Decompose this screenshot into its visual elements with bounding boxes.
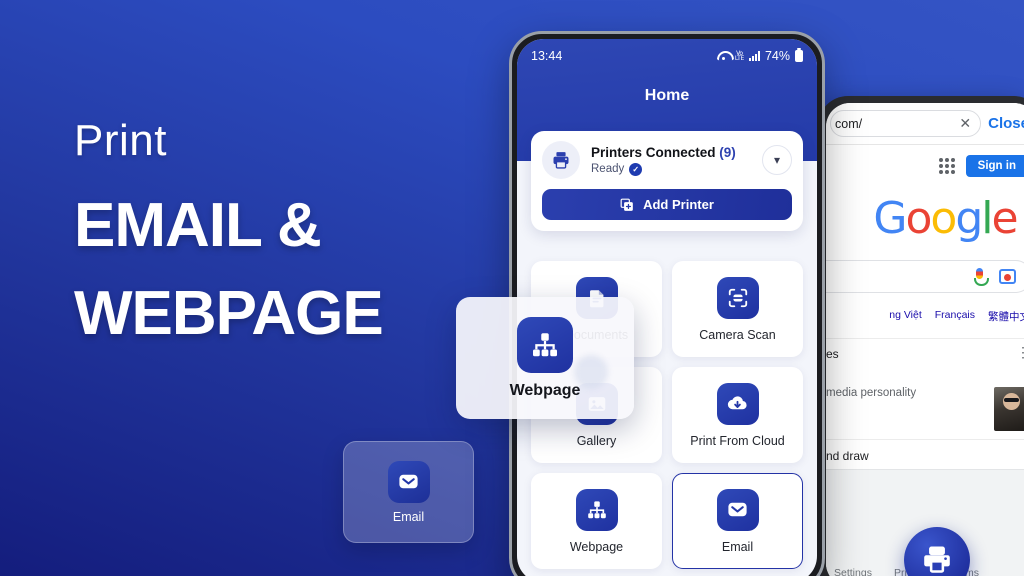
add-printer-icon [620,198,634,212]
google-logo: Google [873,193,1018,244]
add-printer-button[interactable]: Add Printer [542,189,792,220]
check-badge-icon: ✓ [629,162,643,176]
sitemap-icon [575,488,618,531]
floating-webpage-tile[interactable]: Webpage [456,297,634,419]
result-description: media personality [826,387,917,399]
envelope-icon [387,460,430,503]
tile-webpage-label: Webpage [569,539,624,554]
add-printer-label: Add Printer [643,197,714,212]
printer-status-row: Printers Connected (9) Ready ✓ ▾ [542,141,792,179]
printers-connected-card[interactable]: Printers Connected (9) Ready ✓ ▾ Add Pri… [531,131,803,231]
printer-card-title: Printers Connected (9) [591,145,751,160]
url-text: com/ [835,116,863,131]
hero-headline: EMAIL & WEBPAGE [74,182,494,358]
browser-content: Sign in Google ng Việt Français 繁體中文 es … [826,145,1024,576]
phone-device-browser: com/ ✕ Close Sign in Google [818,96,1024,576]
printer-icon [542,141,580,179]
chevron-down-icon[interactable]: ▾ [762,145,792,175]
result-row-secondary[interactable]: nd draw [826,439,1024,463]
hero-kicker: Print [74,116,167,165]
volte-icon: Vo LTE [734,50,744,62]
tile-email-label: Email [721,539,754,554]
envelope-icon [716,488,759,531]
url-bar[interactable]: com/ ✕ [830,110,982,137]
tile-gallery-label: Gallery [576,433,617,448]
result-row[interactable]: media personality [826,387,1024,431]
tile-email[interactable]: Email [672,473,803,569]
decorative-dot [574,355,608,389]
result-section: es ⋮ media personality [826,338,1024,431]
tile-print-from-cloud-label: Print From Cloud [690,433,785,448]
browser-toolbar: com/ ✕ Close [826,103,1024,145]
promo-screenshot: Print EMAIL & WEBPAGE Email 13:44 VoLTE [0,0,1024,576]
sign-in-button[interactable]: Sign in [965,155,1024,177]
result-secondary-text: nd draw [826,449,869,463]
google-search-box[interactable] [826,260,1024,293]
printer-status-text: Printers Connected (9) Ready ✓ [591,145,751,176]
sitemap-icon [517,316,573,373]
tile-camera-scan[interactable]: Camera Scan [672,261,803,357]
tile-webpage[interactable]: Webpage [531,473,662,569]
language-links: ng Việt Français 繁體中文 [826,309,1024,324]
tile-print-from-cloud[interactable]: Print From Cloud [672,367,803,463]
browser-screen: com/ ✕ Close Sign in Google [826,103,1024,576]
close-button[interactable]: Close [988,115,1024,132]
google-header: Sign in [826,145,1024,177]
more-vertical-icon[interactable]: ⋮ [1016,345,1024,359]
camera-scan-icon [716,276,759,319]
floating-webpage-label: Webpage [509,381,581,399]
printer-card-status: Ready ✓ [591,162,751,176]
battery-icon [795,48,803,62]
status-bar: 13:44 Vo LTE 74% [531,48,803,63]
hero-copy: Print EMAIL & WEBPAGE [74,116,494,358]
battery-percent: 74% [764,49,790,63]
result-section-title: es [826,347,839,361]
footer-link-settings[interactable]: Settings [834,567,872,576]
microphone-icon[interactable] [973,268,989,286]
printer-status-label: Ready [591,163,625,175]
person-thumbnail [994,387,1024,431]
hero-headline-line1: EMAIL & [74,191,322,261]
language-link[interactable]: ng Việt [889,309,922,324]
google-lens-icon[interactable] [999,269,1016,284]
floating-email-label: Email [392,509,425,524]
close-x-icon[interactable]: ✕ [959,115,971,132]
hero-headline-line2: WEBPAGE [74,279,384,349]
page-title: Home [644,87,690,104]
printer-card-count: (9) [719,144,736,160]
language-link[interactable]: 繁體中文 [988,309,1024,324]
floating-email-tile[interactable]: Email [343,441,474,543]
tile-camera-scan-label: Camera Scan [699,327,776,342]
apps-grid-icon[interactable] [938,158,955,174]
language-link[interactable]: Français [935,309,975,324]
signal-bars-icon [748,51,760,61]
cloud-download-icon [716,382,759,425]
printer-card-title-main: Printers Connected [591,144,716,160]
result-section-header: es ⋮ [826,345,1024,361]
print-fab-icon [921,544,953,576]
status-indicators: Vo LTE 74% [717,48,803,63]
status-time: 13:44 [531,49,563,63]
wifi-icon [717,51,730,61]
